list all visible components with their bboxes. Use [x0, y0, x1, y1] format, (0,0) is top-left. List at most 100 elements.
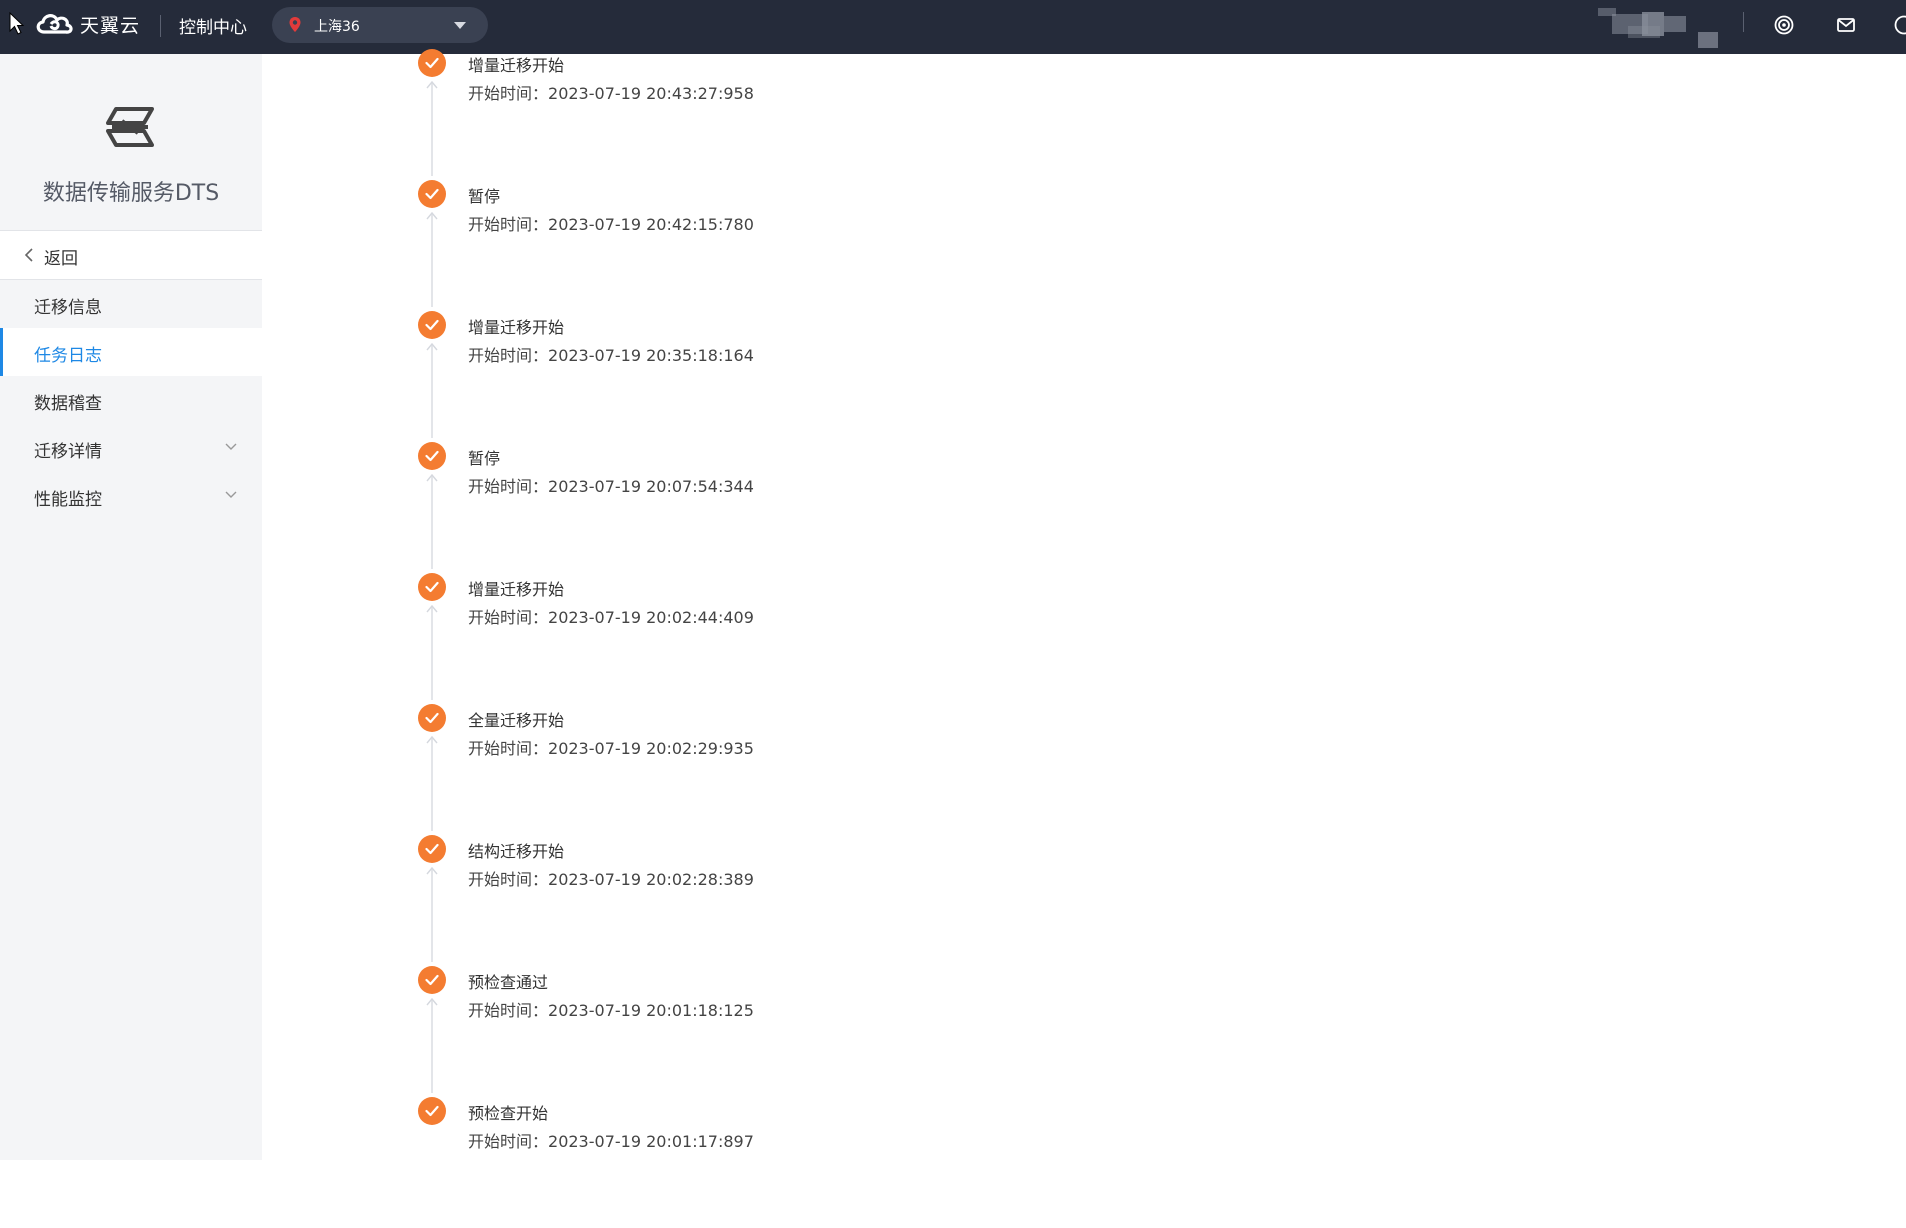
time-value: 2023-07-19 20:01:17:897: [548, 1132, 754, 1151]
arrow-up-icon: [425, 342, 439, 352]
arrow-up-icon: [425, 866, 439, 876]
timeline-item: 结构迁移开始开始时间：2023-07-19 20:02:28:389: [262, 835, 1262, 966]
event-title: 增量迁移开始: [468, 52, 564, 76]
cloud-logo-icon: [34, 10, 76, 38]
event-start-time: 开始时间：2023-07-19 20:07:54:344: [468, 473, 754, 497]
event-start-time: 开始时间：2023-07-19 20:01:18:125: [468, 997, 754, 1021]
event-start-time: 开始时间：2023-07-19 20:01:17:897: [468, 1128, 754, 1152]
arrow-up-icon: [425, 211, 439, 221]
check-circle-icon: [418, 1097, 446, 1125]
event-title: 暂停: [468, 445, 500, 469]
chevron-down-icon: [225, 491, 237, 499]
time-value: 2023-07-19 20:02:44:409: [548, 608, 754, 627]
check-circle-icon: [418, 835, 446, 863]
region-label: 上海36: [314, 16, 360, 36]
target-icon[interactable]: [1773, 14, 1795, 36]
time-value: 2023-07-19 20:43:27:958: [548, 84, 754, 103]
check-circle-icon: [418, 180, 446, 208]
sidebar-item-performance-monitor[interactable]: 性能监控: [0, 472, 262, 520]
location-pin-icon: [288, 16, 302, 33]
timeline-item: 增量迁移开始开始时间：2023-07-19 20:35:18:164: [262, 311, 1262, 442]
time-prefix: 开始时间：: [468, 870, 548, 889]
timeline-connector: [431, 475, 433, 569]
time-value: 2023-07-19 20:07:54:344: [548, 477, 754, 496]
time-prefix: 开始时间：: [468, 346, 548, 365]
top-navigation-bar: 天翼云 控制中心 上海36: [0, 0, 1906, 54]
arrow-up-icon: [425, 80, 439, 90]
event-start-time: 开始时间：2023-07-19 20:02:28:389: [468, 866, 754, 890]
timeline-connector: [431, 999, 433, 1093]
event-title: 全量迁移开始: [468, 707, 564, 731]
dts-service-icon: [98, 99, 162, 155]
timeline-item: 增量迁移开始开始时间：2023-07-19 20:43:27:958: [262, 49, 1262, 180]
time-value: 2023-07-19 20:35:18:164: [548, 346, 754, 365]
time-value: 2023-07-19 20:42:15:780: [548, 215, 754, 234]
event-title: 预检查开始: [468, 1100, 548, 1124]
arrow-up-icon: [425, 735, 439, 745]
check-circle-icon: [418, 311, 446, 339]
timeline-item: 暂停开始时间：2023-07-19 20:42:15:780: [262, 180, 1262, 311]
sidebar-item-data-audit[interactable]: 数据稽查: [0, 376, 262, 424]
arrow-up-icon: [425, 997, 439, 1007]
time-prefix: 开始时间：: [468, 1001, 548, 1020]
event-title: 暂停: [468, 183, 500, 207]
sidebar-item-migration-details[interactable]: 迁移详情: [0, 424, 262, 472]
chevron-left-icon: [24, 248, 34, 262]
event-title: 增量迁移开始: [468, 314, 564, 338]
timeline-connector: [431, 344, 433, 438]
sidebar-item-label: 迁移信息: [34, 293, 102, 318]
time-prefix: 开始时间：: [468, 477, 548, 496]
time-prefix: 开始时间：: [468, 1132, 548, 1151]
topbar-separator: [1743, 12, 1744, 32]
sidebar-item-label: 任务日志: [34, 341, 102, 366]
event-start-time: 开始时间：2023-07-19 20:35:18:164: [468, 342, 754, 366]
timeline-connector: [431, 737, 433, 831]
check-circle-icon: [418, 704, 446, 732]
time-prefix: 开始时间：: [468, 215, 548, 234]
event-start-time: 开始时间：2023-07-19 20:42:15:780: [468, 211, 754, 235]
mail-icon[interactable]: [1835, 14, 1857, 36]
tianyiyun-logo[interactable]: 天翼云: [34, 10, 140, 38]
check-circle-icon: [418, 49, 446, 77]
sidebar-item-label: 数据稽查: [34, 389, 102, 414]
check-circle-icon: [418, 442, 446, 470]
timeline-connector: [431, 213, 433, 307]
timeline-item: 增量迁移开始开始时间：2023-07-19 20:02:44:409: [262, 573, 1262, 704]
timeline-item: 暂停开始时间：2023-07-19 20:07:54:344: [262, 442, 1262, 573]
event-start-time: 开始时间：2023-07-19 20:02:44:409: [468, 604, 754, 628]
event-title: 增量迁移开始: [468, 576, 564, 600]
event-title: 结构迁移开始: [468, 838, 564, 862]
time-value: 2023-07-19 20:02:28:389: [548, 870, 754, 889]
timeline-connector: [431, 868, 433, 962]
mouse-cursor-icon: [9, 12, 25, 36]
timeline-item: 全量迁移开始开始时间：2023-07-19 20:02:29:935: [262, 704, 1262, 835]
back-label: 返回: [44, 244, 78, 269]
event-start-time: 开始时间：2023-07-19 20:43:27:958: [468, 80, 754, 104]
arrow-up-icon: [425, 473, 439, 483]
back-button[interactable]: 返回: [0, 231, 262, 279]
time-prefix: 开始时间：: [468, 739, 548, 758]
time-prefix: 开始时间：: [468, 84, 548, 103]
region-selector[interactable]: 上海36: [272, 7, 488, 43]
redacted-user-area: [1598, 6, 1718, 50]
time-value: 2023-07-19 20:01:18:125: [548, 1001, 754, 1020]
check-circle-icon: [418, 966, 446, 994]
sidebar-item-label: 迁移详情: [34, 437, 102, 462]
sidebar-item-label: 性能监控: [34, 485, 102, 510]
timeline-item: 预检查开始开始时间：2023-07-19 20:01:17:897: [262, 1097, 1262, 1228]
time-prefix: 开始时间：: [468, 608, 548, 627]
help-icon[interactable]: [1893, 14, 1906, 36]
event-title: 预检查通过: [468, 969, 548, 993]
task-log-panel: 增量迁移开始开始时间：2023-07-19 20:43:27:958暂停开始时间…: [262, 54, 1906, 1160]
time-value: 2023-07-19 20:02:29:935: [548, 739, 754, 758]
arrow-up-icon: [425, 604, 439, 614]
chevron-down-icon: [454, 22, 466, 29]
sidebar-item-task-log[interactable]: 任务日志: [0, 328, 262, 376]
timeline-connector: [431, 82, 433, 176]
active-indicator: [0, 328, 3, 376]
chevron-down-icon: [225, 443, 237, 451]
console-link[interactable]: 控制中心: [179, 13, 247, 38]
sidebar-item-migration-info[interactable]: 迁移信息: [0, 280, 262, 328]
event-start-time: 开始时间：2023-07-19 20:02:29:935: [468, 735, 754, 759]
check-circle-icon: [418, 573, 446, 601]
